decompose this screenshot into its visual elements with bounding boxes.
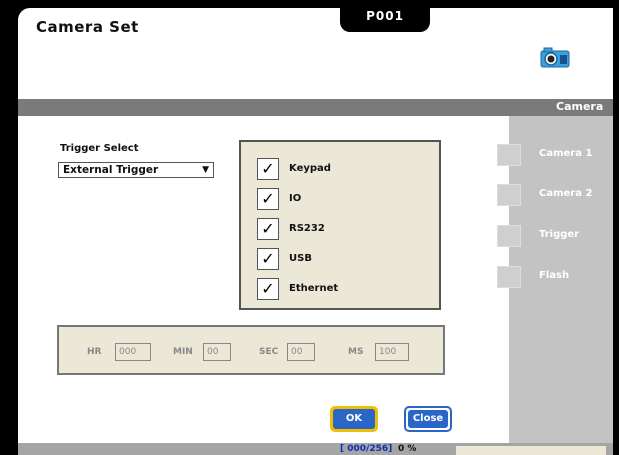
hr-label: HR [87, 347, 102, 357]
sidebar-item-camera-1[interactable]: Camera 1 [497, 140, 613, 170]
trigger-icon [497, 225, 521, 247]
page-tab: P001 [340, 6, 430, 32]
sidebar-item-camera-2[interactable]: Camera 2 [497, 180, 613, 210]
camera-icon [497, 144, 521, 166]
sidebar-item-label: Camera 2 [539, 188, 593, 199]
sidebar: Camera 1 Camera 2 Trigger Flash [497, 116, 613, 449]
checkbox-label: USB [289, 253, 312, 264]
checkbox-label: RS232 [289, 223, 325, 234]
camera-icon [540, 47, 570, 68]
status-percent: 0 % [398, 444, 417, 454]
top-bar [0, 0, 619, 8]
status-counter: [ 000/256] [340, 444, 393, 454]
ok-button[interactable]: OK [330, 406, 378, 432]
sidebar-item-flash[interactable]: Flash [497, 262, 613, 292]
sec-field[interactable]: 00 [287, 343, 315, 361]
checkbox-ethernet[interactable]: ✓ [257, 278, 279, 300]
trigger-select-value: External Trigger [63, 164, 159, 176]
status-message-box [456, 446, 606, 455]
chevron-down-icon: ▼ [202, 165, 209, 175]
min-label: MIN [173, 347, 193, 357]
page-title: Camera Set [36, 18, 139, 36]
hr-field[interactable]: 000 [115, 343, 151, 361]
checkbox-usb[interactable]: ✓ [257, 248, 279, 270]
timing-panel: HR 000 MIN 00 SEC 00 MS 100 [57, 325, 445, 375]
sidebar-item-label: Camera 1 [539, 148, 593, 159]
ms-label: MS [348, 347, 364, 357]
close-button[interactable]: Close [404, 406, 452, 432]
checkbox-keypad[interactable]: ✓ [257, 158, 279, 180]
checkbox-io[interactable]: ✓ [257, 188, 279, 210]
sidebar-item-trigger[interactable]: Trigger [497, 221, 613, 251]
checkbox-label: Keypad [289, 163, 331, 174]
flash-icon [497, 266, 521, 288]
ok-button-label: OK [333, 409, 375, 429]
camera-icon [497, 184, 521, 206]
trigger-select-label: Trigger Select [60, 143, 139, 154]
trigger-select-dropdown[interactable]: External Trigger ▼ [58, 162, 214, 178]
sidebar-item-label: Trigger [539, 229, 580, 240]
checkbox-label: Ethernet [289, 283, 339, 294]
sec-label: SEC [259, 347, 279, 357]
checkbox-rs232[interactable]: ✓ [257, 218, 279, 240]
trigger-source-panel: ✓ Keypad ✓ IO ✓ RS232 ✓ USB ✓ Ethernet [239, 140, 441, 310]
min-field[interactable]: 00 [203, 343, 231, 361]
close-button-label: Close [408, 410, 448, 428]
checkbox-label: IO [289, 193, 302, 204]
ms-field[interactable]: 100 [375, 343, 409, 361]
sidebar-item-label: Flash [539, 270, 570, 281]
section-label: Camera [556, 100, 604, 113]
section-header-bar [18, 99, 613, 116]
